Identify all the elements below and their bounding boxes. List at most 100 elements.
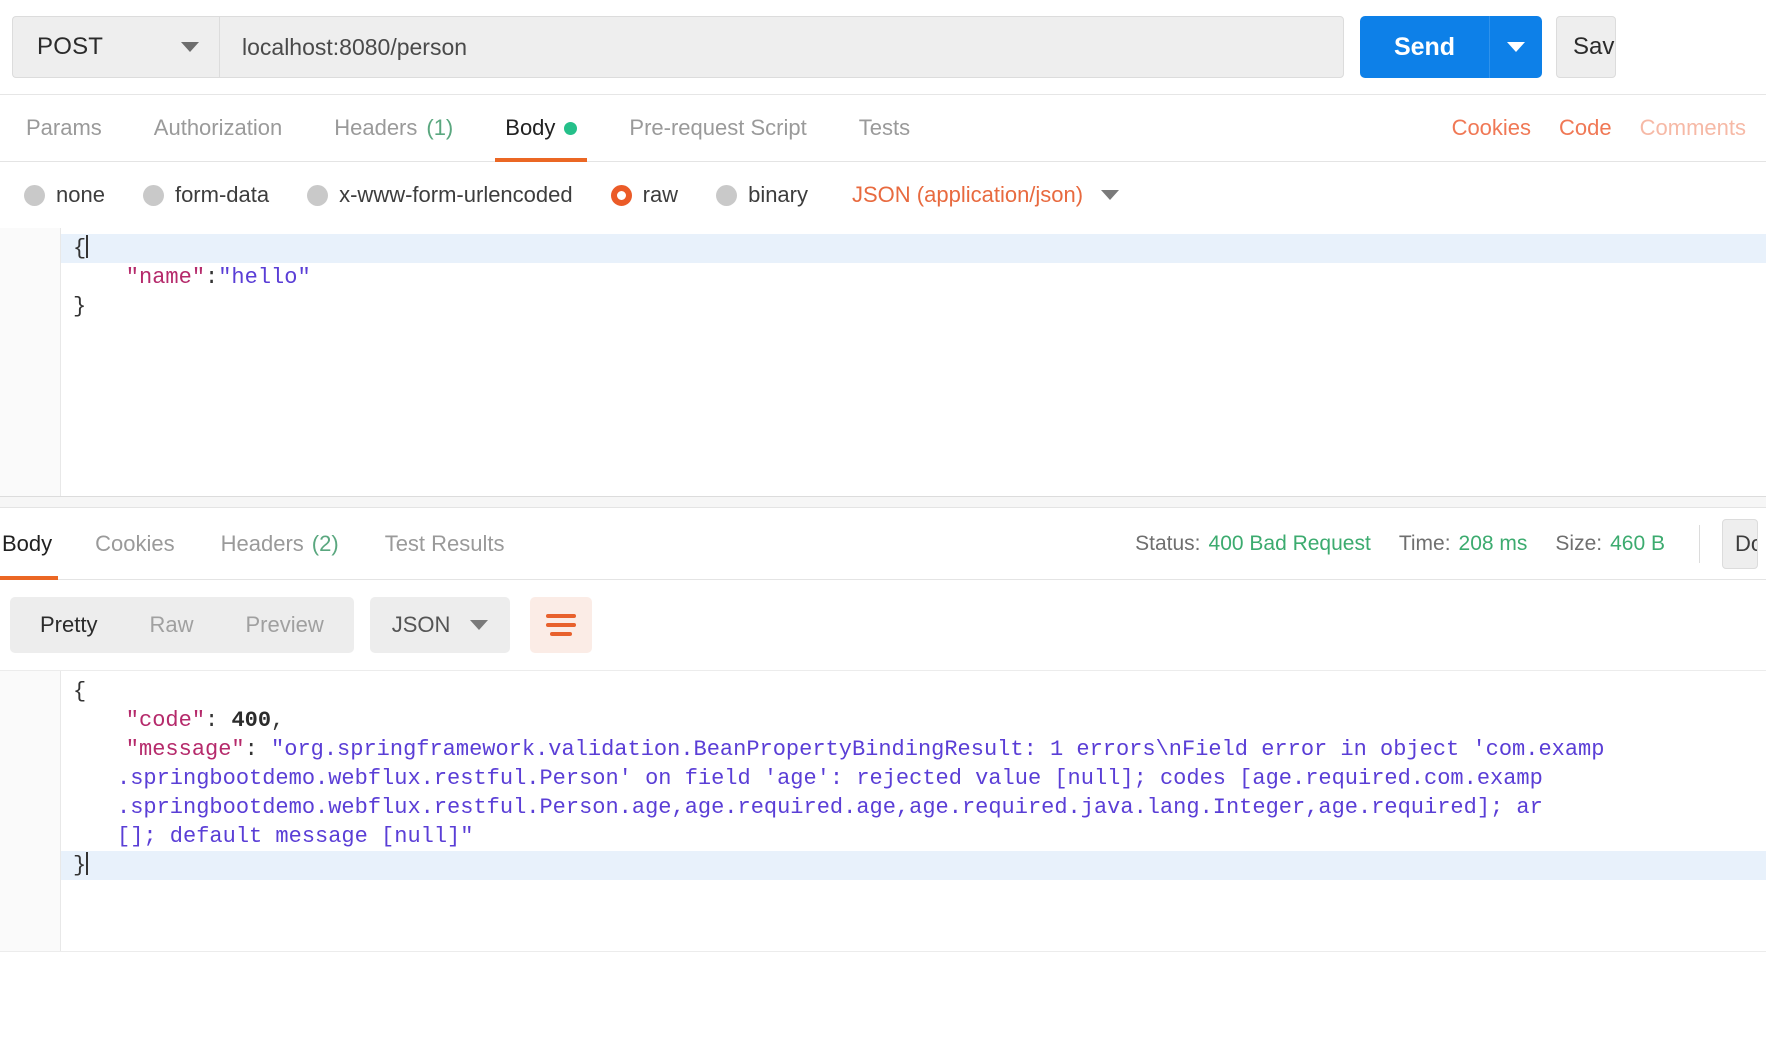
body-type-form-data[interactable]: form-data xyxy=(142,182,269,208)
request-tabs: Params Authorization Headers (1) Body Pr… xyxy=(0,95,1766,162)
response-tabs: Body Cookies Headers (2) Test Results St… xyxy=(0,508,1766,580)
request-body-editor[interactable]: 1 ▾ { 2 "name":"hello" 3 } xyxy=(0,228,1766,496)
tab-label: Test Results xyxy=(384,530,505,556)
http-method-select[interactable]: POST xyxy=(12,16,219,78)
tab-label: Pre-request Script xyxy=(629,115,807,140)
body-type-label: none xyxy=(56,182,105,207)
code-line: 1 ▾ { xyxy=(0,677,1766,706)
tab-params[interactable]: Params xyxy=(0,95,128,161)
view-mode-pretty[interactable]: Pretty xyxy=(14,597,123,653)
code-text: "name":"hello" xyxy=(73,265,311,290)
response-tab-body[interactable]: Body xyxy=(0,508,72,580)
radio-icon xyxy=(307,184,329,206)
code-text: } xyxy=(73,294,87,319)
request-url-input[interactable]: localhost:8080/person xyxy=(219,16,1344,78)
radio-icon xyxy=(24,184,45,206)
code-line: 3 "message": "org.springframework.valida… xyxy=(0,735,1766,764)
radio-icon xyxy=(142,184,164,206)
code-text: { xyxy=(73,679,87,704)
response-tab-headers[interactable]: Headers (2) xyxy=(198,508,362,579)
tab-body[interactable]: Body xyxy=(479,95,603,162)
code-text: .springbootdemo.webflux.restful.Person.a… xyxy=(117,795,1543,820)
word-wrap-toggle[interactable] xyxy=(530,597,593,653)
body-type-urlencoded[interactable]: x-www-form-urlencoded xyxy=(307,182,573,208)
text-cursor xyxy=(86,852,89,875)
code-text: { xyxy=(61,234,89,263)
request-code-lines: 1 ▾ { 2 "name":"hello" 3 } xyxy=(0,228,1766,321)
divider xyxy=(1699,524,1700,563)
view-mode-preview[interactable]: Preview xyxy=(219,597,349,653)
download-button[interactable]: Download xyxy=(1722,518,1758,569)
response-body-editor[interactable]: 1 ▾ { 2 "code": 400, 3 "message": "org.s… xyxy=(0,671,1766,951)
radio-icon xyxy=(716,184,738,206)
code-line-continuation: []; default message [null]" xyxy=(0,822,1766,851)
code-text: .springbootdemo.webflux.restful.Person' … xyxy=(117,766,1543,791)
code-token-message-start: "org.springframework.validation.BeanProp… xyxy=(271,737,1605,762)
status-label: Status: xyxy=(1135,531,1201,555)
size-label: Size: xyxy=(1555,531,1603,555)
response-toolbar: Pretty Raw Preview JSON xyxy=(0,580,1766,670)
send-button[interactable]: Send xyxy=(1360,16,1542,78)
code-text: "code": 400, xyxy=(73,708,285,733)
response-tab-cookies[interactable]: Cookies xyxy=(72,508,197,579)
tab-tests[interactable]: Tests xyxy=(833,95,936,161)
send-options-button[interactable] xyxy=(1490,16,1542,78)
code-line: 2 "code": 400, xyxy=(0,706,1766,735)
code-text: []; default message [null]" xyxy=(117,824,474,849)
cookies-link[interactable]: Cookies xyxy=(1438,115,1545,141)
word-wrap-icon-bar xyxy=(546,623,577,627)
tab-label: Authorization xyxy=(153,115,283,140)
tab-label: Headers xyxy=(334,115,418,140)
tab-label: Body xyxy=(505,115,556,140)
postman-window: POST localhost:8080/person Send Save Par… xyxy=(0,0,1766,1064)
response-meta: Status: 400 Bad Request Time: 208 ms Siz… xyxy=(1107,518,1766,569)
body-type-label: binary xyxy=(748,182,808,207)
code-text: "message": "org.springframework.validati… xyxy=(73,737,1605,762)
body-type-selector: none form-data x-www-form-urlencoded raw… xyxy=(0,162,1766,228)
code-line: 3 } xyxy=(0,292,1766,321)
view-mode-raw[interactable]: Raw xyxy=(123,597,219,653)
tab-pre-request-script[interactable]: Pre-request Script xyxy=(603,95,832,161)
response-code-lines: 1 ▾ { 2 "code": 400, 3 "message": "org.s… xyxy=(0,671,1766,880)
time-label: Time: xyxy=(1398,531,1451,555)
save-button[interactable]: Save xyxy=(1556,16,1616,78)
code-line: 4 } xyxy=(0,851,1766,880)
response-format-select[interactable]: JSON xyxy=(369,597,511,653)
code-text: } xyxy=(61,851,89,880)
content-type-select[interactable]: JSON (application/json) xyxy=(852,182,1120,208)
body-type-label: raw xyxy=(642,182,679,207)
body-type-label: x-www-form-urlencoded xyxy=(339,182,573,207)
editor-gutter xyxy=(0,671,61,951)
chevron-down-icon xyxy=(1101,190,1120,200)
tab-label: Headers xyxy=(220,530,304,556)
tab-label: Cookies xyxy=(95,530,175,556)
time-value: 208 ms xyxy=(1458,531,1528,555)
radio-selected-icon xyxy=(610,184,632,206)
tab-authorization[interactable]: Authorization xyxy=(128,95,308,161)
word-wrap-icon-bar xyxy=(550,632,573,636)
response-format-label: JSON xyxy=(391,612,451,637)
body-type-raw[interactable]: raw xyxy=(610,182,679,208)
response-tab-test-results[interactable]: Test Results xyxy=(362,508,528,579)
code-line: 1 ▾ { xyxy=(0,234,1766,263)
word-wrap-icon xyxy=(546,614,577,618)
pane-splitter[interactable] xyxy=(0,496,1766,508)
chevron-down-icon xyxy=(470,620,489,630)
text-cursor xyxy=(86,235,89,258)
comments-link[interactable]: Comments xyxy=(1626,115,1760,141)
chevron-down-icon xyxy=(181,42,199,52)
body-modified-dot-icon xyxy=(564,121,578,135)
request-url-bar: POST localhost:8080/person Send Save xyxy=(0,0,1766,95)
send-button-label: Send xyxy=(1360,16,1490,78)
editor-gutter xyxy=(0,228,61,496)
chevron-down-icon xyxy=(1507,42,1525,52)
content-type-label: JSON (application/json) xyxy=(852,182,1084,207)
request-tab-actions: Cookies Code Comments xyxy=(1438,95,1766,161)
body-type-binary[interactable]: binary xyxy=(716,182,808,208)
tab-label: Body xyxy=(2,530,53,556)
status-badge: 400 Bad Request xyxy=(1208,531,1371,555)
body-type-none[interactable]: none xyxy=(24,182,105,208)
tab-headers[interactable]: Headers (1) xyxy=(308,95,479,161)
tab-label: Params xyxy=(26,115,102,140)
code-link[interactable]: Code xyxy=(1545,115,1626,141)
